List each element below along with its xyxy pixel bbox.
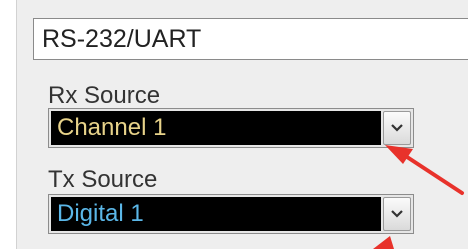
chevron-down-icon: [391, 210, 403, 218]
tx-source-dropdown[interactable]: Digital 1: [48, 194, 414, 234]
rx-source-label: Rx Source: [48, 82, 161, 109]
protocol-field[interactable]: RS-232/UART: [33, 18, 468, 60]
chevron-down-icon: [391, 124, 403, 132]
rx-source-dropdown-button[interactable]: [383, 111, 411, 145]
tx-source-selected-value: Digital 1: [51, 197, 381, 231]
rx-source-dropdown[interactable]: Channel 1: [48, 108, 414, 148]
tx-source-dropdown-button[interactable]: [383, 197, 411, 231]
tx-source-label: Tx Source: [48, 166, 158, 193]
rx-source-selected-value: Channel 1: [51, 111, 381, 145]
